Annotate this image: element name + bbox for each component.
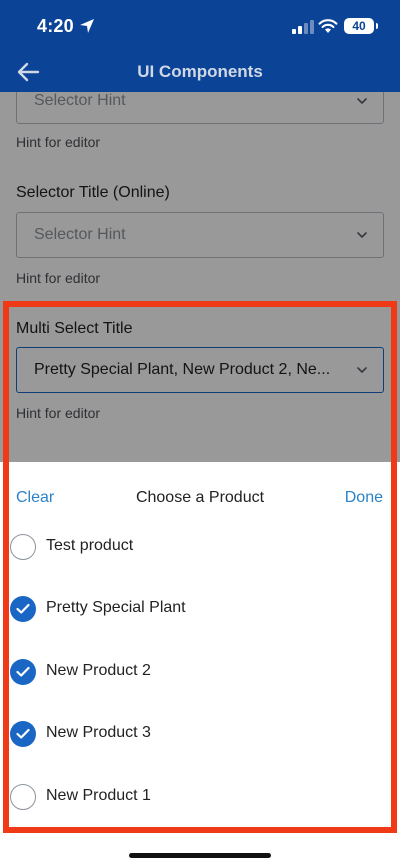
option-new-product-1[interactable]: New Product 1: [0, 772, 400, 824]
status-time: 4:20: [37, 16, 74, 36]
option-label: New Product 1: [46, 787, 151, 804]
sheet-title: Choose a Product: [135, 489, 265, 506]
option-test-product[interactable]: Test product: [0, 522, 400, 574]
radio-checked-icon: [10, 721, 36, 747]
home-indicator: [129, 853, 271, 858]
page-title: UI Components: [137, 62, 263, 81]
option-label: New Product 2: [46, 662, 151, 679]
product-picker-sheet: Clear Choose a Product Done Test product…: [0, 462, 400, 866]
done-button[interactable]: Done: [345, 489, 383, 507]
radio-unchecked-icon: [10, 784, 36, 810]
modal-overlay[interactable]: [0, 92, 400, 462]
option-pretty-special-plant[interactable]: Pretty Special Plant: [0, 584, 400, 636]
option-label: Pretty Special Plant: [46, 599, 186, 616]
navigation-bar: UI Components: [0, 52, 400, 92]
option-label: New Product 3: [46, 724, 151, 741]
location-arrow-icon: [80, 19, 94, 33]
status-bar: 4:20 40: [0, 0, 400, 52]
cellular-signal-icon: [292, 20, 314, 34]
wifi-icon: [318, 19, 338, 33]
battery-indicator: 40: [344, 18, 378, 34]
radio-unchecked-icon: [10, 534, 36, 560]
option-new-product-2[interactable]: New Product 2: [0, 647, 400, 699]
option-new-product-3[interactable]: New Product 3: [0, 709, 400, 761]
sheet-header: Clear Choose a Product Done: [0, 462, 400, 522]
radio-checked-icon: [10, 596, 36, 622]
radio-checked-icon: [10, 659, 36, 685]
option-label: Test product: [46, 537, 134, 554]
